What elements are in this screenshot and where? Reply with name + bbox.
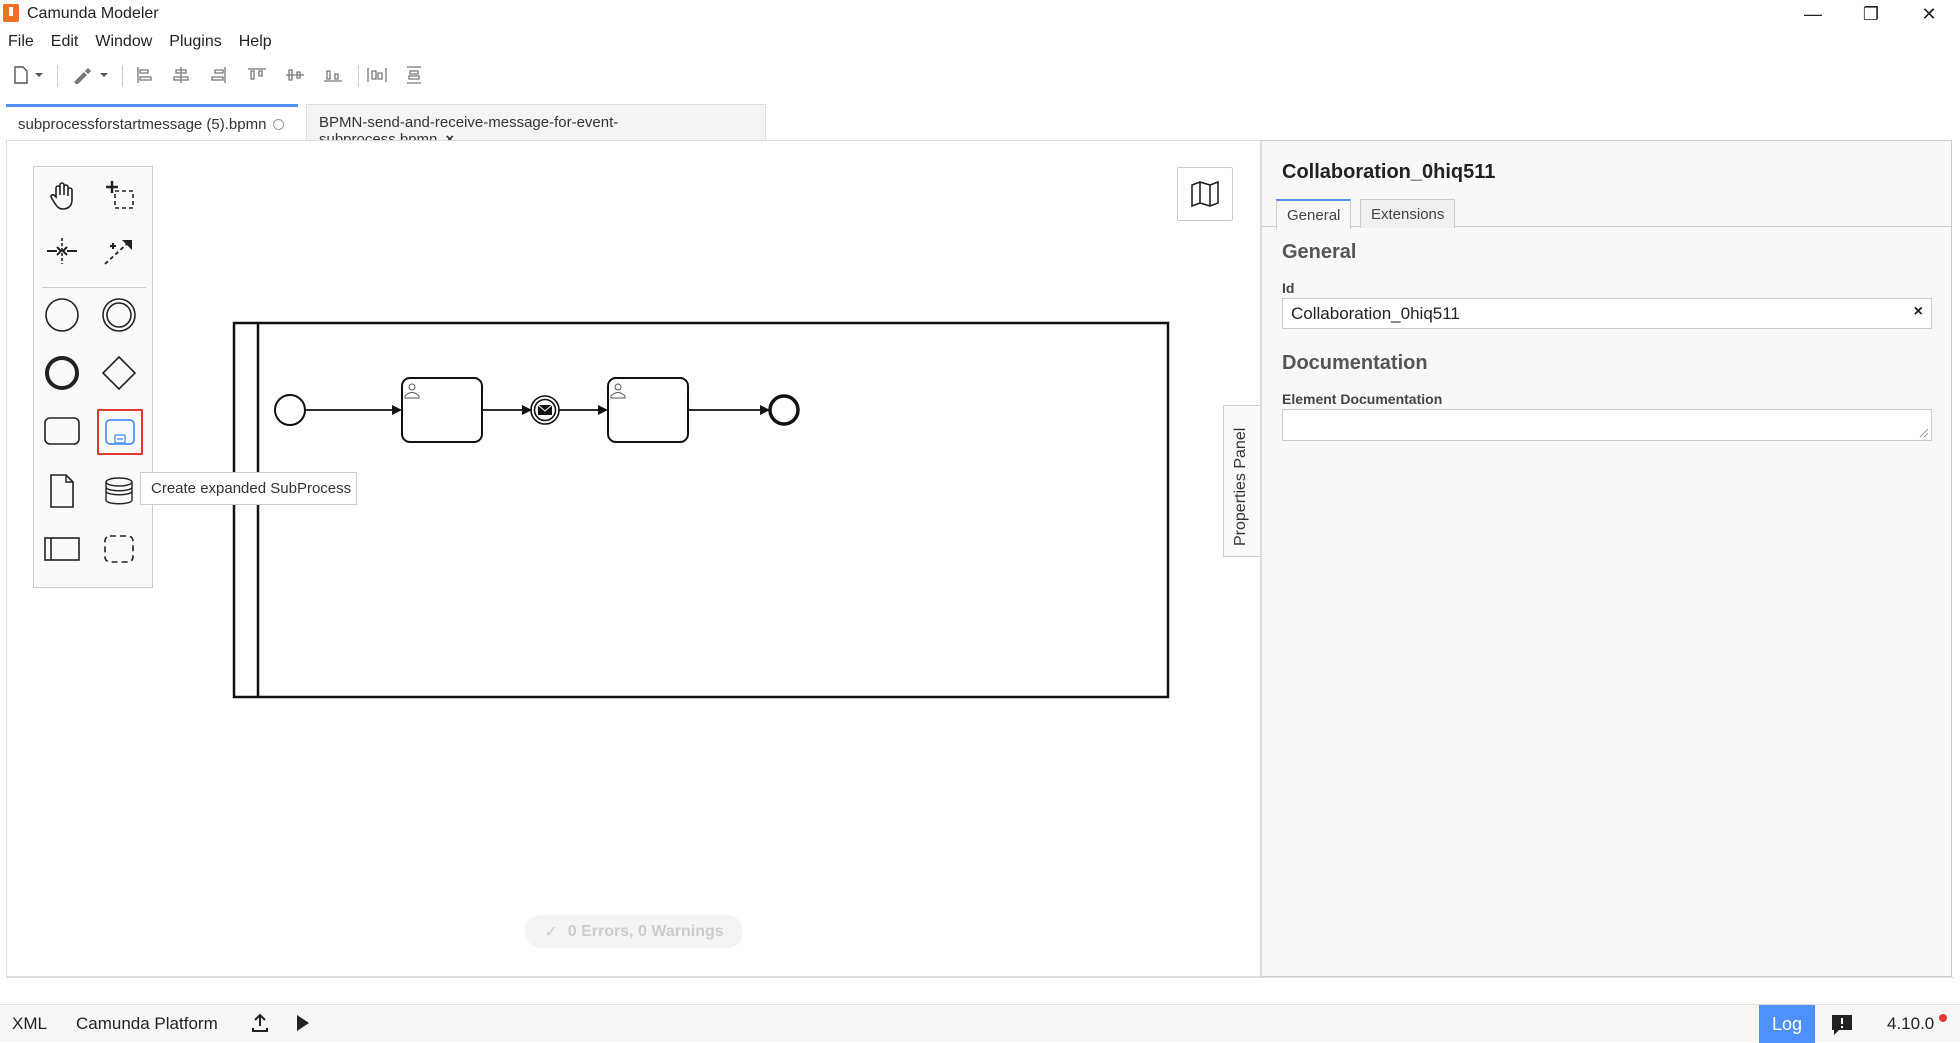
- documentation-label: Element Documentation: [1282, 391, 1443, 407]
- deploy-icon[interactable]: [251, 1013, 269, 1038]
- minimize-button[interactable]: —: [1784, 0, 1842, 29]
- map-icon: [1191, 181, 1219, 207]
- properties-tabs: General Extensions: [1262, 195, 1952, 229]
- start-event[interactable]: [274, 394, 306, 426]
- tab-extensions[interactable]: Extensions: [1360, 199, 1456, 228]
- status-bar: XML Camunda Platform Log 4.10.0: [0, 1004, 1960, 1043]
- tab-general[interactable]: General: [1276, 199, 1352, 229]
- intermediate-event-icon[interactable]: [97, 293, 141, 337]
- version-label[interactable]: 4.10.0: [1887, 1014, 1934, 1034]
- id-input[interactable]: Collaboration_0hiq511 ×: [1282, 298, 1932, 329]
- hand-tool-icon[interactable]: [40, 173, 84, 217]
- pool-icon[interactable]: [40, 527, 84, 571]
- properties-panel-toggle-label: Properties Panel: [1232, 427, 1249, 546]
- documentation-textarea[interactable]: [1282, 409, 1932, 441]
- global-connect-icon[interactable]: [97, 229, 141, 273]
- clear-id-icon[interactable]: ×: [1914, 303, 1923, 321]
- minimap-toggle-button[interactable]: [1177, 167, 1233, 221]
- element-title: Collaboration_0hiq511: [1282, 161, 1496, 183]
- id-label: Id: [1282, 280, 1295, 296]
- palette-separator: [42, 287, 146, 288]
- lasso-tool-icon[interactable]: [97, 173, 141, 217]
- log-button[interactable]: Log: [1759, 1005, 1815, 1043]
- id-value: Collaboration_0hiq511: [1291, 304, 1460, 323]
- pool[interactable]: [232, 321, 1170, 699]
- task-icon[interactable]: [40, 409, 84, 453]
- properties-panel-toggle[interactable]: Properties Panel: [1223, 405, 1261, 557]
- properties-panel: Collaboration_0hiq511 General Extensions…: [1260, 140, 1952, 977]
- start-instance-icon[interactable]: [296, 1014, 310, 1037]
- close-window-button[interactable]: ✕: [1900, 0, 1958, 29]
- group-icon[interactable]: [97, 527, 141, 571]
- lint-status-text: 0 Errors, 0 Warnings: [567, 922, 724, 940]
- user-task-1[interactable]: [401, 377, 483, 443]
- data-store-icon[interactable]: [97, 469, 141, 513]
- divider: [6, 977, 1954, 978]
- expanded-subprocess-icon[interactable]: [97, 409, 143, 455]
- intermediate-message-event[interactable]: [530, 395, 560, 425]
- end-event[interactable]: [768, 394, 800, 426]
- gateway-icon[interactable]: [97, 351, 141, 395]
- user-task-2[interactable]: [607, 377, 689, 443]
- group-general-title: General: [1282, 241, 1357, 263]
- feedback-icon[interactable]: [1831, 1014, 1853, 1041]
- restore-button[interactable]: ❐: [1842, 0, 1900, 29]
- xml-button[interactable]: XML: [12, 1014, 47, 1034]
- group-documentation-title: Documentation: [1282, 352, 1428, 374]
- platform-button[interactable]: Camunda Platform: [76, 1014, 218, 1034]
- data-object-icon[interactable]: [40, 469, 84, 513]
- resize-handle-icon[interactable]: [1919, 428, 1929, 438]
- tool-palette: [33, 166, 153, 588]
- space-tool-icon[interactable]: [40, 229, 84, 273]
- lint-status[interactable]: ✓ 0 Errors, 0 Warnings: [525, 915, 743, 948]
- end-event-icon[interactable]: [40, 351, 84, 395]
- update-indicator: [1939, 1014, 1947, 1022]
- palette-tooltip: Create expanded SubProcess: [140, 472, 357, 505]
- start-event-icon[interactable]: [40, 293, 84, 337]
- check-icon: ✓: [544, 923, 558, 941]
